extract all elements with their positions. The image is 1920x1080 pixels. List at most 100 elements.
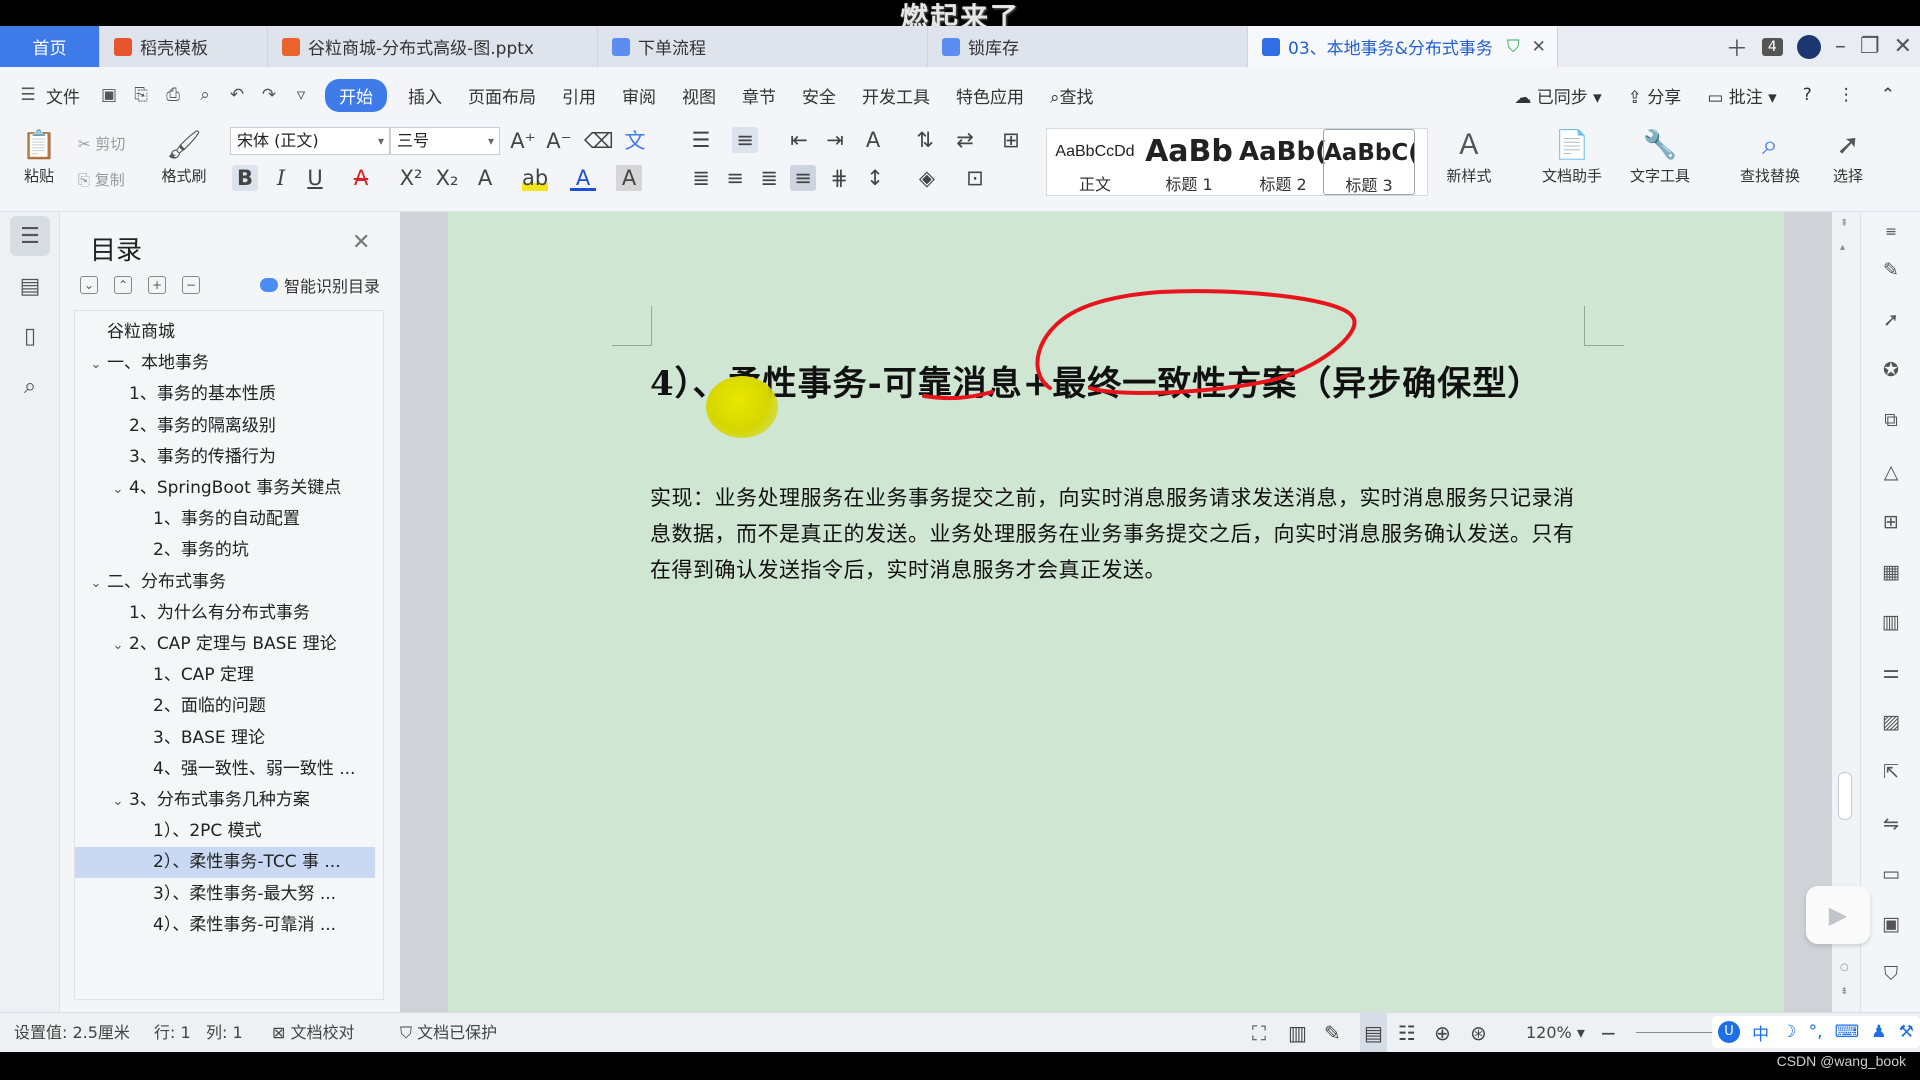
proofread-button[interactable]: ⊠ 文档校对 [272,1013,355,1053]
chart-icon[interactable]: ▥ [1879,610,1903,634]
table-icon[interactable]: ⊞ [1879,510,1903,534]
sync-status[interactable]: ☁ 已同步 ▾ [1501,83,1614,108]
export-icon[interactable]: ⇱ [1879,760,1903,784]
chevron-down-icon[interactable]: ⌄ [85,568,107,599]
increase-indent-icon[interactable]: ⇥ [822,127,848,153]
chevron-down-icon[interactable]: ⌄ [85,349,107,380]
menu-security[interactable]: 安全 [789,83,849,108]
annotate-button[interactable]: ▭ 批注 ▾ [1694,83,1789,108]
toc-item[interactable]: 1、为什么有分布式事务 [75,598,375,629]
wrench-icon[interactable]: ⚒ [1899,1022,1914,1042]
style-normal[interactable]: AaBbCcDd 正文 [1049,129,1141,195]
paragraph-marks-icon[interactable]: ⇄ [952,127,978,153]
font-family-select[interactable]: 宋体 (正文) [230,127,390,155]
badge-icon[interactable]: ✪ [1879,358,1903,382]
menu-insert[interactable]: 插入 [395,83,455,108]
toc-item[interactable]: 2、事务的坑 [75,535,375,566]
menu-review[interactable]: 审阅 [609,83,669,108]
help-icon[interactable]: ? [1790,85,1825,105]
toc-item[interactable]: 1、事务的自动配置 [75,504,375,535]
scroll-top-icon[interactable]: ▴ [1840,242,1845,253]
subscript-icon[interactable]: X₂ [434,165,460,191]
scroll-thumb[interactable] [1838,772,1852,820]
select-button[interactable]: ➚ 选择 [1818,125,1878,186]
find-replace-button[interactable]: ⌕ 查找替换 [1728,125,1812,186]
protected-status[interactable]: ⛉ 文档已保护 [400,1013,497,1053]
align-center-icon[interactable]: ≡ [722,165,748,191]
align-right-icon[interactable]: ≣ [756,165,782,191]
scroll-up-icon[interactable]: ⇞ [1840,218,1848,229]
search-doc-icon[interactable]: ⌕ [10,366,50,406]
triangle-icon[interactable]: △ [1879,460,1903,484]
tab-docer[interactable]: 稻壳模板 [100,26,268,67]
save-icon[interactable]: ▣ [99,85,119,105]
add-icon[interactable]: + [148,276,166,294]
document-paragraph[interactable]: 实现：业务处理服务在业务事务提交之前，向实时消息服务请求发送消息，实时消息服务只… [650,480,1590,588]
new-tab-icon[interactable]: ＋ [1726,31,1748,63]
punctuation-icon[interactable]: °, [1809,1022,1823,1042]
copy-button[interactable]: ⎘ 复制 [78,167,148,193]
pen-icon[interactable]: ✎ [1879,258,1903,282]
share-button[interactable]: ⇪ 分享 [1615,83,1695,108]
tab-lock-stock[interactable]: 锁库存 [928,26,1248,67]
underline-icon[interactable]: U [302,165,328,191]
toc-item[interactable]: 4）、柔性事务-可靠消 ... [75,910,375,941]
print-icon[interactable]: ⎙ [163,85,183,105]
outline-icon[interactable]: ☰ [10,216,50,256]
restore-icon[interactable]: ❐ [1860,34,1880,59]
char-shading-icon[interactable]: A [616,165,642,191]
tab-order-flow[interactable]: 下单流程 [598,26,928,67]
sort-icon[interactable]: ⇅ [912,127,938,153]
new-style-button[interactable]: Ａ 新样式 [1434,125,1504,186]
menu-start[interactable]: 开始 [325,78,387,112]
toc-item[interactable]: 2、面临的问题 [75,691,375,722]
borders-icon[interactable]: ⊡ [962,165,988,191]
tab-count-badge[interactable]: 4 [1761,37,1783,56]
style-heading-3[interactable]: AaBbC(标题 3 [1323,129,1415,195]
toc-item[interactable]: ⌄ 4、SpringBoot 事务关键点 [75,473,375,504]
doc-assistant-button[interactable]: 📄 文档助手 [1534,125,1610,186]
bold-icon[interactable]: B [232,165,258,191]
shrink-font-icon[interactable]: A⁻ [546,128,572,154]
pages-icon[interactable]: ▤ [10,266,50,306]
menu-features[interactable]: 特色应用 [943,83,1037,108]
preview-icon[interactable]: ⌕ [195,85,215,105]
font-color-icon[interactable]: A [570,165,596,191]
hamburger-icon[interactable]: ☰ [18,85,38,105]
decrease-indent-icon[interactable]: ⇤ [786,127,812,153]
menu-page-layout[interactable]: 页面布局 [455,83,549,108]
avatar[interactable] [1796,34,1821,59]
toc-item[interactable]: 1、CAP 定理 [75,660,375,691]
pointer-icon[interactable]: ➚ [1879,308,1903,332]
picture-icon[interactable]: ▣ [1879,912,1903,936]
shapes-icon[interactable]: ⧉ [1879,408,1903,432]
cut-button[interactable]: ✂ 剪切 [78,131,148,157]
superscript-icon[interactable]: X² [398,165,424,191]
user-icon[interactable]: ♟ [1871,1022,1886,1042]
collapse-icon[interactable]: ⌄ [80,276,98,294]
sliders-icon[interactable]: ⚌ [1879,660,1903,684]
ime-chinese-mode[interactable]: 中 [1752,1020,1769,1045]
prev-page-icon[interactable]: ○ [1840,962,1849,973]
italic-icon[interactable]: I [268,165,294,191]
text-tools-button[interactable]: 🔧 文字工具 [1618,125,1702,186]
zoom-select[interactable]: 120% ▾ [1526,1013,1585,1053]
chevron-down-icon[interactable]: ⌄ [107,474,129,505]
menu-chapter[interactable]: 章节 [729,83,789,108]
undo-icon[interactable]: ↶ [227,85,247,105]
menu-file[interactable]: 文件 [44,83,93,108]
format-painter-button[interactable]: 🖌 格式刷 [152,125,216,186]
more-icon[interactable]: ▿ [291,85,311,105]
strikethrough-icon[interactable]: A [348,165,374,191]
chevron-down-icon[interactable]: ⌄ [107,630,129,661]
pinyin-icon[interactable]: 文 [622,128,648,154]
video-play-button[interactable]: ▶ [1806,886,1870,944]
page-view-icon[interactable]: ▤ [1360,1013,1387,1053]
toc-item[interactable]: 1）、2PC 模式 [75,816,375,847]
close-icon[interactable]: ✕ [1532,37,1546,57]
close-icon[interactable]: ✕ [352,230,370,255]
zoom-slider[interactable] [1636,1032,1716,1033]
toc-item[interactable]: 1、事务的基本性质 [75,379,375,410]
text-direction-icon[interactable]: A [860,127,886,153]
toc-item[interactable]: ⌄ 2、CAP 定理与 BASE 理论 [75,629,375,660]
